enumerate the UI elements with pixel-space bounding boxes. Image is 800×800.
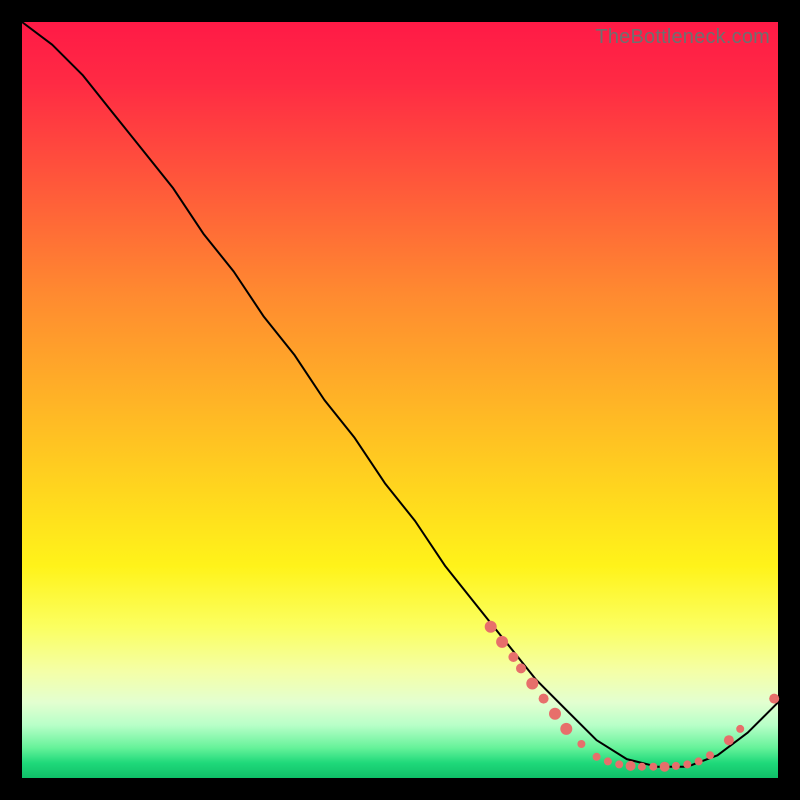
marker-dot: [649, 763, 657, 771]
marker-dot: [724, 735, 734, 745]
marker-dot: [672, 762, 680, 770]
marker-dot: [706, 751, 714, 759]
marker-dot: [577, 740, 585, 748]
marker-dot: [526, 678, 538, 690]
marker-dot: [496, 636, 508, 648]
marker-dot: [516, 663, 526, 673]
marker-dot: [736, 725, 744, 733]
marker-dot: [539, 694, 549, 704]
marker-dot: [660, 762, 670, 772]
marker-dot: [769, 694, 779, 704]
marker-dot: [683, 760, 691, 768]
curve-svg: [22, 22, 778, 778]
chart-stage: TheBottleneck.com: [0, 0, 800, 800]
bottleneck-curve: [22, 22, 778, 767]
marker-dot: [626, 761, 636, 771]
marker-dot: [485, 621, 497, 633]
marker-dots: [485, 621, 780, 772]
marker-dot: [604, 757, 612, 765]
marker-dot: [549, 708, 561, 720]
gradient-plot-area: TheBottleneck.com: [22, 22, 778, 778]
marker-dot: [695, 757, 703, 765]
marker-dot: [638, 763, 646, 771]
marker-dot: [615, 760, 623, 768]
marker-dot: [508, 652, 518, 662]
marker-dot: [593, 753, 601, 761]
marker-dot: [560, 723, 572, 735]
